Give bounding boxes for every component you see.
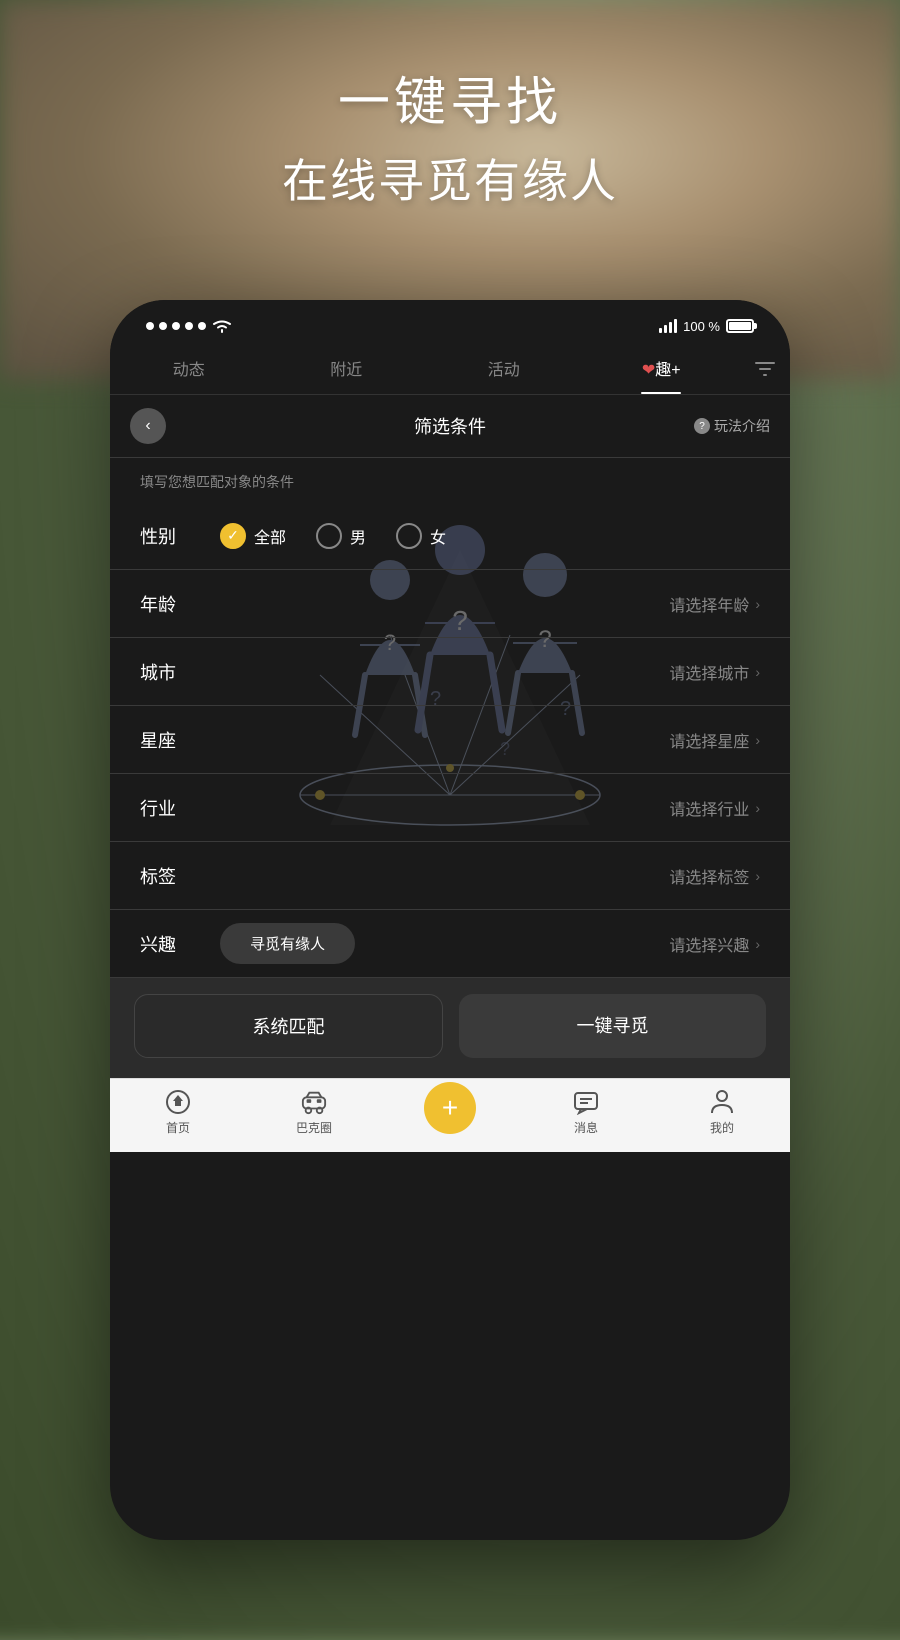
dot3 (172, 322, 180, 330)
filter-icon-btn[interactable] (740, 344, 790, 394)
city-value: 请选择城市 › (669, 660, 760, 684)
interest-label: 兴趣 (140, 931, 200, 957)
interest-value: 请选择兴趣 › (669, 932, 760, 956)
gender-male[interactable]: 男 (316, 523, 366, 549)
status-dots (146, 322, 206, 330)
tab-bar: 动态 附近 活动 ❤趣+ (110, 344, 790, 395)
nav-messages-label: 消息 (574, 1119, 598, 1136)
star-chevron: › (755, 732, 760, 748)
wifi-icon (211, 318, 233, 334)
message-icon (573, 1089, 599, 1115)
city-chevron: › (755, 664, 760, 680)
interest-tag[interactable]: 寻觅有缘人 (220, 923, 355, 964)
radio-female[interactable] (396, 523, 422, 549)
dot4 (185, 322, 193, 330)
star-label: 星座 (140, 727, 200, 753)
help-label: 玩法介绍 (714, 416, 770, 436)
nav-home[interactable]: 首页 (110, 1089, 246, 1136)
age-chevron: › (755, 596, 760, 612)
filter-icon (753, 357, 777, 381)
help-icon: ? (694, 418, 710, 434)
gender-female[interactable]: 女 (396, 523, 446, 549)
gender-label: 性别 (140, 523, 200, 549)
system-match-button[interactable]: 系统匹配 (134, 994, 443, 1058)
dot5 (198, 322, 206, 330)
gender-all[interactable]: ✓ 全部 (220, 523, 286, 549)
back-button[interactable]: ‹ (130, 408, 166, 444)
battery-icon (726, 319, 754, 333)
age-row[interactable]: 年龄 请选择年龄 › (110, 570, 790, 638)
nav-mine-label: 我的 (710, 1119, 734, 1136)
person-icon (709, 1089, 735, 1115)
gender-row: 性别 ✓ 全部 男 (110, 502, 790, 570)
tab-huodong[interactable]: 活动 (425, 344, 583, 394)
age-value: 请选择年龄 › (669, 592, 760, 616)
nav-add[interactable]: + (382, 1089, 518, 1136)
radio-all[interactable]: ✓ (220, 523, 246, 549)
car-icon (301, 1089, 327, 1115)
bottom-buttons: 系统匹配 一键寻觅 (110, 978, 790, 1078)
header-section: 一键寻找 在线寻觅有缘人 (0, 60, 900, 211)
nav-bakequan-label: 巴克圈 (296, 1119, 332, 1136)
tag-chevron: › (755, 868, 760, 884)
tag-row[interactable]: 标签 请选择标签 › (110, 842, 790, 910)
city-row[interactable]: 城市 请选择城市 › (110, 638, 790, 706)
bottom-nav: 首页 巴克圈 + (110, 1078, 790, 1152)
add-icon[interactable]: + (424, 1082, 476, 1134)
status-right: 100 % (659, 319, 754, 334)
filter-subtitle: 填写您想匹配对象的条件 (110, 458, 790, 502)
header-line1: 一键寻找 (0, 60, 900, 135)
industry-value: 请选择行业 › (669, 796, 760, 820)
city-label: 城市 (140, 659, 200, 685)
filter-panel: ? ? ? ? ? ? (110, 395, 790, 1078)
status-bar: 100 % (110, 300, 790, 344)
home-icon (165, 1089, 191, 1115)
filter-title: 筛选条件 (414, 413, 486, 439)
one-key-search-button[interactable]: 一键寻觅 (459, 994, 766, 1058)
industry-row[interactable]: 行业 请选择行业 › (110, 774, 790, 842)
star-row[interactable]: 星座 请选择星座 › (110, 706, 790, 774)
phone-frame: 100 % 动态 附近 活动 ❤趣+ (110, 300, 790, 1540)
age-label: 年龄 (140, 591, 200, 617)
filter-header: ‹ 筛选条件 ? 玩法介绍 (110, 395, 790, 458)
dot1 (146, 322, 154, 330)
interest-row[interactable]: 兴趣 寻觅有缘人 请选择兴趣 › (110, 910, 790, 978)
nav-messages[interactable]: 消息 (518, 1089, 654, 1136)
help-link[interactable]: ? 玩法介绍 (694, 416, 770, 436)
nav-home-label: 首页 (166, 1119, 190, 1136)
interest-chevron: › (755, 936, 760, 952)
industry-chevron: › (755, 800, 760, 816)
industry-label: 行业 (140, 795, 200, 821)
tab-fujin[interactable]: 附近 (268, 344, 426, 394)
star-value: 请选择星座 › (669, 728, 760, 752)
nav-mine[interactable]: 我的 (654, 1089, 790, 1136)
tab-dongtai[interactable]: 动态 (110, 344, 268, 394)
nav-bakequan[interactable]: 巴克圈 (246, 1089, 382, 1136)
tag-label: 标签 (140, 863, 200, 889)
signal-icon (659, 319, 677, 333)
battery-pct: 100 % (683, 319, 720, 334)
filter-rows: ‹ 筛选条件 ? 玩法介绍 填写您想匹配对象的条件 性别 (110, 395, 790, 978)
tag-value: 请选择标签 › (669, 864, 760, 888)
tab-quplus[interactable]: ❤趣+ (583, 344, 741, 394)
header-line2: 在线寻觅有缘人 (0, 145, 900, 211)
radio-male[interactable] (316, 523, 342, 549)
gender-options: ✓ 全部 男 女 (220, 523, 446, 549)
dot2 (159, 322, 167, 330)
